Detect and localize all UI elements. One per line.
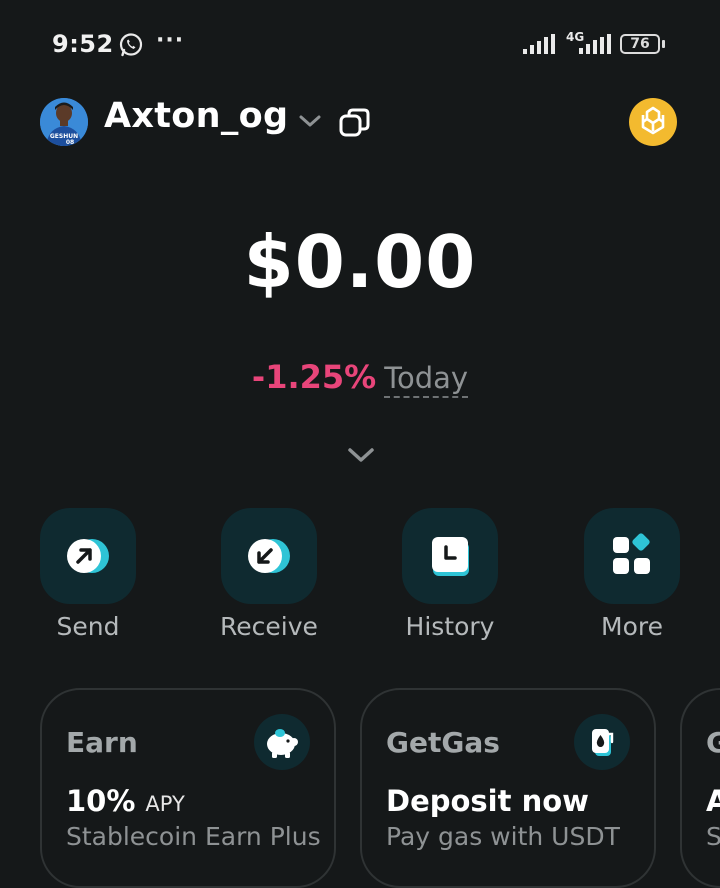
change-period-selector[interactable]: Today	[384, 361, 469, 398]
fuel-icon	[574, 714, 630, 770]
earn-rate-suffix: APY	[145, 792, 185, 816]
wallet-name[interactable]: Axton_og	[104, 96, 288, 136]
avatar-image: GESHUN 08	[40, 98, 88, 146]
more-label: More	[601, 612, 663, 641]
piggy-bank-icon	[254, 714, 310, 770]
balance-change-row: -1.25% Today	[0, 358, 720, 398]
history-label: History	[405, 612, 495, 641]
receive-arrow-icon	[248, 539, 290, 573]
bnb-chain-icon[interactable]	[629, 98, 677, 146]
avatar[interactable]: GESHUN 08	[40, 98, 88, 146]
battery-tip	[662, 40, 665, 48]
status-time: 9:52	[52, 30, 114, 58]
earn-rate-value: 10%	[66, 784, 136, 818]
third-card-headline: A	[706, 784, 720, 818]
receive-button[interactable]	[221, 508, 317, 604]
send-label: Send	[56, 612, 120, 641]
more-notifications-indicator: ···	[156, 28, 185, 53]
send-button[interactable]	[40, 508, 136, 604]
earn-card-rate: 10% APY	[66, 784, 185, 818]
expand-chevron-icon[interactable]	[345, 444, 377, 466]
total-balance: $0.00	[243, 220, 477, 304]
send-arrow-icon	[67, 539, 109, 573]
copy-icon[interactable]	[338, 106, 372, 140]
receive-label: Receive	[220, 612, 318, 641]
getgas-card-headline: Deposit now	[386, 784, 589, 818]
earn-card-title: Earn	[66, 726, 138, 759]
signal-strength-icon-secondary	[579, 34, 611, 54]
avatar-jersey-number: 08	[66, 139, 74, 146]
grid-icon	[613, 533, 650, 574]
signal-strength-icon	[523, 34, 555, 54]
whatsapp-icon	[119, 33, 143, 57]
getgas-card-subtitle: Pay gas with USDT	[386, 822, 620, 851]
more-button[interactable]	[584, 508, 680, 604]
history-button[interactable]	[402, 508, 498, 604]
third-card-title: G	[706, 726, 720, 759]
getgas-card-title: GetGas	[386, 726, 500, 759]
balance-change-percent: -1.25%	[251, 358, 377, 396]
battery-level: 76	[630, 36, 650, 52]
third-card-subtitle: S	[706, 822, 720, 851]
earn-card-subtitle: Stablecoin Earn Plus	[66, 822, 321, 851]
history-icon	[432, 537, 469, 576]
chevron-down-icon[interactable]	[298, 112, 322, 130]
